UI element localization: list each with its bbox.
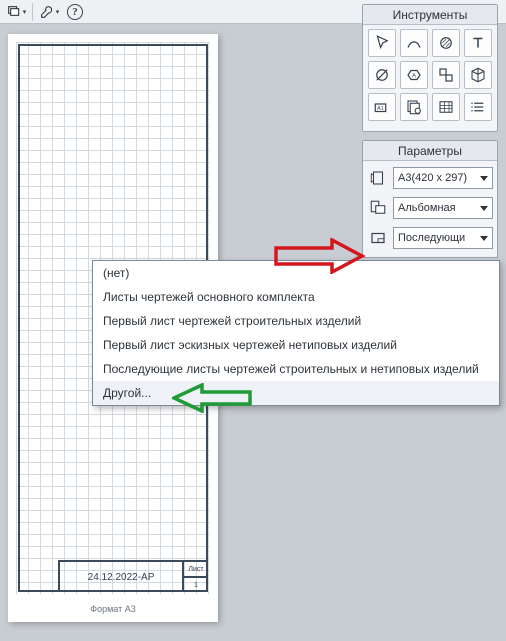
param-row-size: A3(420 x 297) xyxy=(367,165,493,191)
tool-line[interactable] xyxy=(400,29,428,57)
tool-table[interactable] xyxy=(432,93,460,121)
chevron-down-icon xyxy=(480,176,488,181)
template-value: Последующи xyxy=(398,232,465,244)
parameters-title: Параметры xyxy=(363,141,497,161)
chevron-down-icon xyxy=(480,236,488,241)
instruments-title: Инструменты xyxy=(363,5,497,25)
tool-transform[interactable] xyxy=(432,61,460,89)
stack-button[interactable]: ▾ xyxy=(4,2,28,22)
param-row-orientation: Альбомная xyxy=(367,195,493,221)
template-select[interactable]: Последующи xyxy=(393,227,493,249)
orientation-select[interactable]: Альбомная xyxy=(393,197,493,219)
tool-list[interactable] xyxy=(464,93,492,121)
svg-text:A1: A1 xyxy=(377,106,384,112)
dropdown-item[interactable]: Последующие листы чертежей строительных … xyxy=(93,357,499,381)
dropdown-item[interactable]: Листы чертежей основного комплекта xyxy=(93,285,499,309)
green-arrow-annotation xyxy=(172,383,252,413)
title-block: 24.12.2022-АР Лист 1 xyxy=(58,560,208,592)
separator xyxy=(32,3,33,21)
title-block-date: 24.12.2022-АР xyxy=(60,562,184,592)
transform-icon xyxy=(437,66,455,84)
tool-sheets[interactable] xyxy=(400,93,428,121)
tool-views[interactable]: A1 xyxy=(368,93,396,121)
tool-label[interactable]: A xyxy=(400,61,428,89)
text-icon xyxy=(469,34,487,52)
svg-text:A: A xyxy=(412,73,416,79)
cube-icon xyxy=(469,66,487,84)
red-arrow-annotation xyxy=(274,238,366,274)
tool-select[interactable] xyxy=(368,29,396,57)
dropdown-item-other[interactable]: Другой... xyxy=(93,381,499,405)
title-block-side-bottom: 1 xyxy=(184,578,208,592)
dimension-icon xyxy=(373,66,391,84)
chevron-down-icon: ▾ xyxy=(56,8,60,16)
views-icon: A1 xyxy=(373,98,391,116)
wrench-icon xyxy=(39,4,55,20)
parameters-panel: Параметры A3(420 x 297) Альбомная xyxy=(362,140,498,258)
instruments-grid: A A1 xyxy=(367,29,493,121)
cursor-icon xyxy=(373,34,391,52)
title-block-side: Лист 1 xyxy=(184,562,208,592)
dropdown-item[interactable]: Первый лист чертежей строительных издели… xyxy=(93,309,499,333)
chevron-down-icon xyxy=(480,206,488,211)
list-icon xyxy=(469,98,487,116)
orientation-icon xyxy=(367,197,389,219)
orientation-value: Альбомная xyxy=(398,202,456,214)
sheets-icon xyxy=(405,98,423,116)
stack-icon xyxy=(6,4,22,20)
sheet-footer: Формат A3 xyxy=(8,604,218,614)
param-row-template: Последующи xyxy=(367,225,493,251)
wrench-button[interactable]: ▾ xyxy=(37,2,61,22)
title-block-side-top: Лист xyxy=(184,562,208,578)
help-icon: ? xyxy=(67,4,83,20)
help-button[interactable]: ? xyxy=(63,2,87,22)
table-icon xyxy=(437,98,455,116)
line-icon xyxy=(405,34,423,52)
hatch-icon xyxy=(437,34,455,52)
dropdown-item[interactable]: Первый лист эскизных чертежей нетиповых … xyxy=(93,333,499,357)
template-icon xyxy=(367,227,389,249)
chevron-down-icon: ▾ xyxy=(23,8,27,16)
size-value: A3(420 x 297) xyxy=(398,172,467,184)
instruments-panel: Инструменты A xyxy=(362,4,498,132)
label-icon: A xyxy=(405,66,423,84)
tool-3d[interactable] xyxy=(464,61,492,89)
size-icon xyxy=(367,167,389,189)
tool-dimension[interactable] xyxy=(368,61,396,89)
tool-hatch[interactable] xyxy=(432,29,460,57)
size-select[interactable]: A3(420 x 297) xyxy=(393,167,493,189)
tool-text[interactable] xyxy=(464,29,492,57)
template-dropdown: (нет) Листы чертежей основного комплекта… xyxy=(92,260,500,406)
